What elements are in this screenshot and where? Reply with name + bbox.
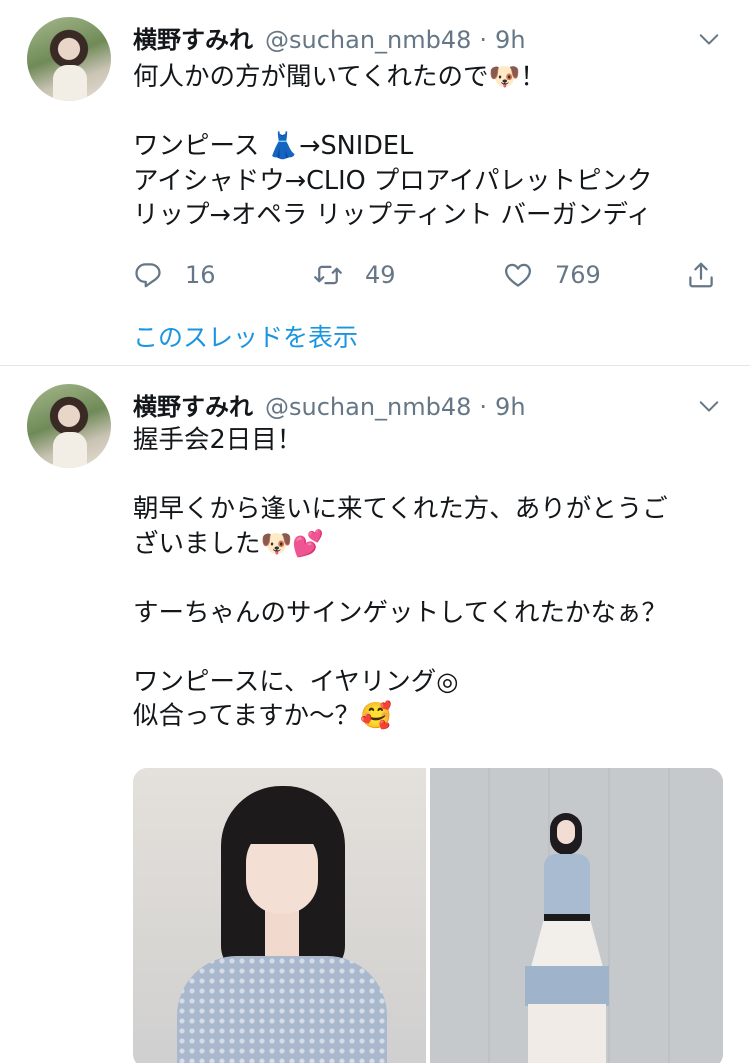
tweet-header: 横野すみれ @suchan_nmb48 · 9h — [133, 387, 526, 421]
tweet-header: 横野すみれ @suchan_nmb48 · 9h — [133, 20, 526, 54]
like-button[interactable]: 769 — [503, 258, 601, 292]
photo-neck — [265, 910, 299, 958]
retweet-icon — [314, 265, 342, 285]
photo-portrait[interactable] — [133, 768, 426, 1063]
share-icon — [689, 262, 713, 288]
photo-dress — [177, 956, 387, 1063]
photo-belt — [544, 914, 590, 921]
separator-dot: · — [479, 26, 488, 54]
user-handle[interactable]: @suchan_nmb48 — [265, 393, 471, 421]
media-grid — [133, 768, 723, 1063]
separator-dot: · — [479, 393, 488, 421]
avatar[interactable] — [27, 17, 111, 101]
retweet-count: 49 — [365, 261, 396, 289]
photo-full-body[interactable] — [430, 768, 723, 1063]
photo-dress-top — [544, 854, 590, 916]
photo-skirt — [525, 966, 609, 1006]
photo-skirt — [530, 921, 604, 971]
timestamp[interactable]: 9h — [495, 393, 525, 421]
show-thread-link[interactable]: このスレッドを表示 — [133, 318, 358, 354]
display-name[interactable]: 横野すみれ — [133, 20, 253, 55]
avatar[interactable] — [27, 384, 111, 468]
retweet-button[interactable]: 49 — [313, 258, 396, 292]
chevron-down-icon[interactable] — [698, 28, 720, 50]
user-handle[interactable]: @suchan_nmb48 — [265, 26, 471, 54]
reply-button[interactable]: 16 — [133, 258, 216, 292]
timestamp[interactable]: 9h — [495, 26, 525, 54]
reply-icon — [135, 263, 161, 288]
photo-skirt — [528, 1004, 606, 1063]
share-button[interactable] — [686, 258, 716, 292]
tweet-text: 何人かの方が聞いてくれたので🐶！ ワンピース 👗→SNIDEL アイシャドウ→C… — [133, 62, 653, 230]
tweet-actions: 16 49 769 — [133, 258, 723, 292]
chevron-down-icon[interactable] — [698, 395, 720, 417]
tweet[interactable]: 横野すみれ @suchan_nmb48 · 9h 握手会2日目！ 朝早くから逢い… — [0, 367, 750, 1063]
reply-count: 16 — [185, 261, 216, 289]
like-count: 769 — [555, 261, 601, 289]
photo-bangs — [239, 808, 327, 844]
photo-face — [557, 820, 575, 844]
tweet-text: 握手会2日目！ 朝早くから逢いに来てくれた方、ありがとうご ざいました🐶💕 すー… — [133, 425, 668, 731]
tweet[interactable]: 横野すみれ @suchan_nmb48 · 9h 何人かの方が聞いてくれたので🐶… — [0, 0, 750, 366]
heart-icon — [505, 263, 531, 287]
display-name[interactable]: 横野すみれ — [133, 387, 253, 422]
